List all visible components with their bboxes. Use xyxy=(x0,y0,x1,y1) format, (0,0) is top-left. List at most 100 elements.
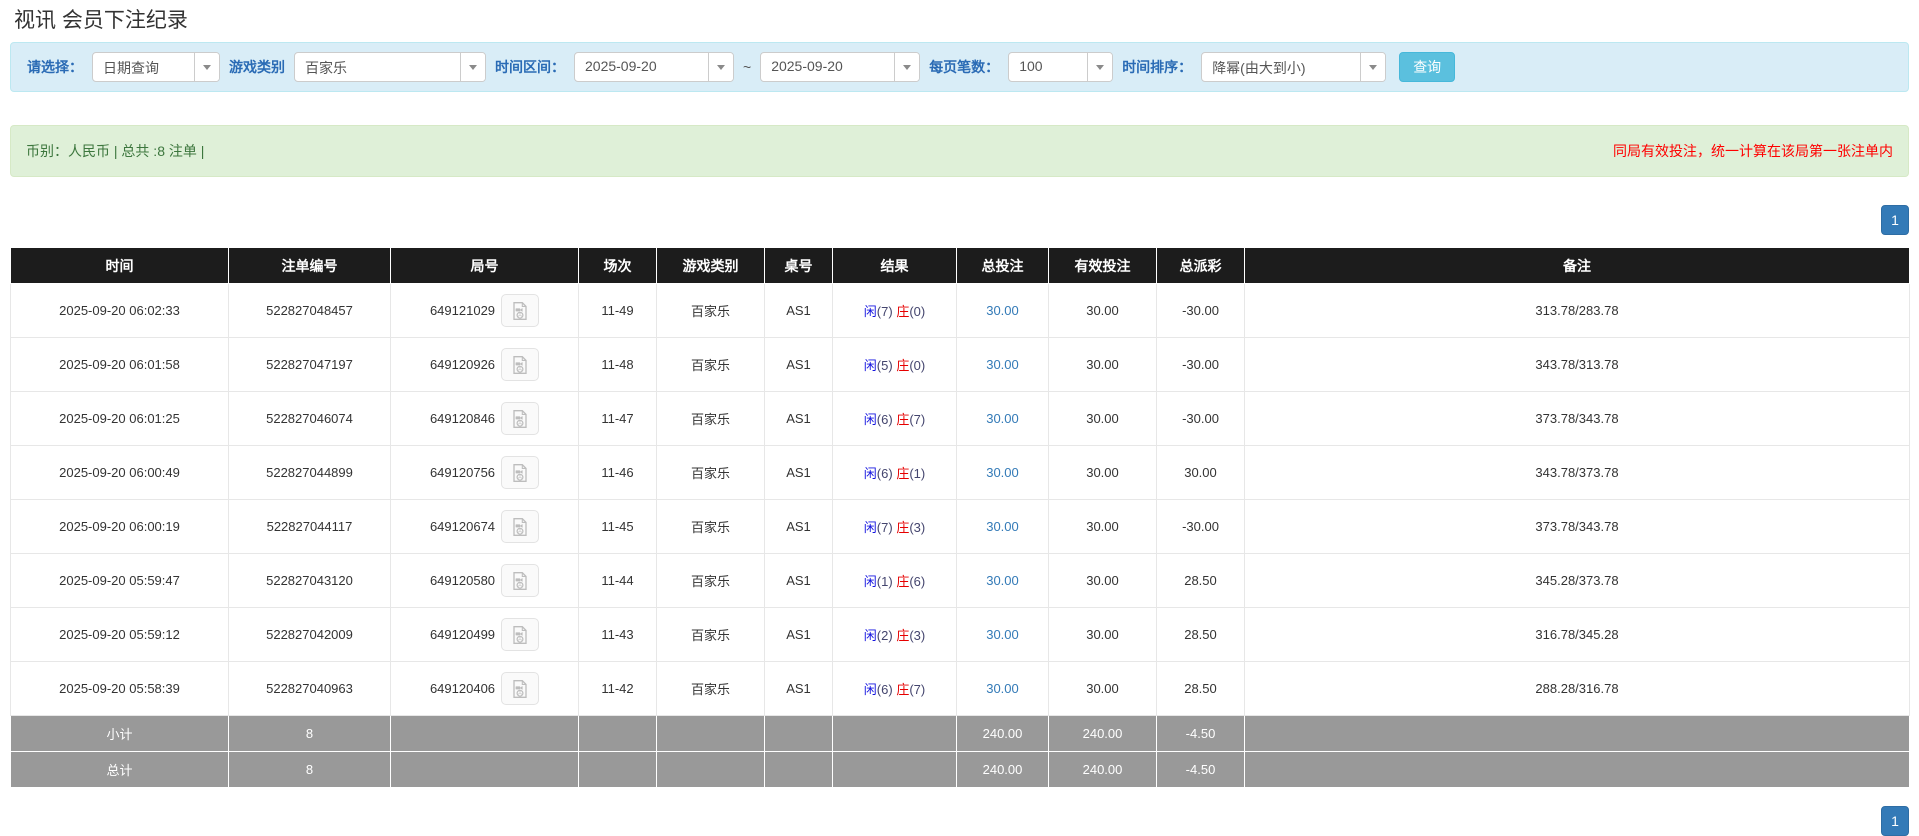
result-player-score: (6) xyxy=(876,466,893,481)
col-header-result: 结果 xyxy=(832,247,957,284)
table-body: 2025-09-20 06:02:33 522827048457 6491210… xyxy=(10,283,1910,716)
game-cell: 百家乐 xyxy=(656,283,765,338)
table-row: 2025-09-20 06:00:49 522827044899 6491207… xyxy=(10,445,1910,500)
grand-total-label: 总计 xyxy=(10,751,229,788)
payout-cell: -30.00 xyxy=(1156,499,1245,554)
result-banker-label: 庄 xyxy=(896,412,910,427)
total-bet-link[interactable]: 30.00 xyxy=(986,303,1019,318)
result-banker-score: (6) xyxy=(909,574,926,589)
grand-total-row: 总计 8 240.00 240.00 -4.50 xyxy=(10,751,1910,788)
subtotal-total-bet: 240.00 xyxy=(956,715,1049,752)
table-no-cell: AS1 xyxy=(764,283,833,338)
total-bet-link[interactable]: 30.00 xyxy=(986,627,1019,642)
total-bet-link[interactable]: 30.00 xyxy=(986,681,1019,696)
total-bet-cell: 30.00 xyxy=(956,337,1049,392)
grand-total-count: 8 xyxy=(228,751,391,788)
video-file-icon xyxy=(513,301,527,320)
result-banker-label: 庄 xyxy=(896,682,910,697)
remark-cell: 316.78/345.28 xyxy=(1244,607,1910,662)
round-id-value: 649121029 xyxy=(429,303,496,318)
valid-bet-cell: 30.00 xyxy=(1048,553,1157,608)
table-no-cell: AS1 xyxy=(764,661,833,716)
search-button[interactable]: 查询 xyxy=(1399,52,1456,82)
bet-id-cell: 522827044899 xyxy=(228,445,391,500)
video-file-icon xyxy=(513,625,527,644)
date-to-select[interactable]: 2025-09-20 xyxy=(760,52,921,82)
chevron-down-icon xyxy=(1360,53,1386,81)
remark-cell: 345.28/373.78 xyxy=(1244,553,1910,608)
video-replay-button[interactable] xyxy=(501,294,540,327)
total-bet-link[interactable]: 30.00 xyxy=(986,357,1019,372)
table-no-cell: AS1 xyxy=(764,337,833,392)
result-player-score: (6) xyxy=(876,682,893,697)
bet-id-cell: 522827048457 xyxy=(228,283,391,338)
valid-bet-cell: 30.00 xyxy=(1048,661,1157,716)
col-header-table-no: 桌号 xyxy=(764,247,833,284)
bet-id-cell: 522827047197 xyxy=(228,337,391,392)
chevron-down-icon xyxy=(894,53,920,81)
result-banker-label: 庄 xyxy=(896,304,910,319)
game-category-label: 游戏类别 xyxy=(229,59,285,75)
result-player-score: (1) xyxy=(876,574,893,589)
video-replay-button[interactable] xyxy=(501,564,540,597)
total-bet-link[interactable]: 30.00 xyxy=(986,519,1019,534)
result-banker-label: 庄 xyxy=(896,520,910,535)
session-cell: 11-42 xyxy=(578,661,657,716)
game-cell: 百家乐 xyxy=(656,391,765,446)
result-banker-label: 庄 xyxy=(896,628,910,643)
round-id-cell: 649120499 xyxy=(390,607,579,662)
video-file-icon xyxy=(513,463,527,482)
total-bet-link[interactable]: 30.00 xyxy=(986,573,1019,588)
bet-id-cell: 522827043120 xyxy=(228,553,391,608)
subtotal-payout: -4.50 xyxy=(1156,715,1245,752)
round-id-value: 649120406 xyxy=(429,681,496,696)
video-replay-button[interactable] xyxy=(501,510,540,543)
video-replay-button[interactable] xyxy=(501,456,540,489)
page-1-button-bottom[interactable]: 1 xyxy=(1881,806,1909,836)
query-type-select[interactable]: 日期查询 xyxy=(92,52,220,82)
table-row: 2025-09-20 06:01:25 522827046074 6491208… xyxy=(10,391,1910,446)
time-cell: 2025-09-20 05:58:39 xyxy=(10,661,229,716)
payout-cell: -30.00 xyxy=(1156,337,1245,392)
col-header-session: 场次 xyxy=(578,247,657,284)
session-cell: 11-48 xyxy=(578,337,657,392)
table-row: 2025-09-20 06:01:58 522827047197 6491209… xyxy=(10,337,1910,392)
video-replay-button[interactable] xyxy=(501,672,540,705)
video-file-icon xyxy=(513,679,527,698)
chevron-down-icon xyxy=(708,53,733,81)
result-cell: 闲(5) 庄(0) xyxy=(832,337,957,392)
game-cell: 百家乐 xyxy=(656,553,765,608)
total-bet-cell: 30.00 xyxy=(956,391,1049,446)
time-sort-select[interactable]: 降幂(由大到小) xyxy=(1201,52,1387,82)
video-replay-button[interactable] xyxy=(501,402,540,435)
table-row: 2025-09-20 06:00:19 522827044117 6491206… xyxy=(10,499,1910,554)
remark-cell: 343.78/313.78 xyxy=(1244,337,1910,392)
valid-bet-cell: 30.00 xyxy=(1048,283,1157,338)
result-player-score: (7) xyxy=(876,520,893,535)
video-replay-button[interactable] xyxy=(501,618,540,651)
chevron-down-icon xyxy=(460,53,485,81)
result-cell: 闲(1) 庄(6) xyxy=(832,553,957,608)
result-player-label: 闲 xyxy=(863,682,877,697)
time-cell: 2025-09-20 06:01:25 xyxy=(10,391,229,446)
date-from-select[interactable]: 2025-09-20 xyxy=(574,52,734,82)
video-file-icon xyxy=(513,571,527,590)
col-header-round-id: 局号 xyxy=(390,247,579,284)
subtotal-count: 8 xyxy=(228,715,391,752)
time-cell: 2025-09-20 06:01:58 xyxy=(10,337,229,392)
time-sort-label: 时间排序： xyxy=(1122,59,1193,75)
game-cell: 百家乐 xyxy=(656,607,765,662)
total-bet-link[interactable]: 30.00 xyxy=(986,465,1019,480)
page-size-select[interactable]: 100 xyxy=(1008,52,1114,82)
video-replay-button[interactable] xyxy=(501,348,540,381)
round-id-value: 649120756 xyxy=(429,465,496,480)
total-bet-cell: 30.00 xyxy=(956,499,1049,554)
page-1-button[interactable]: 1 xyxy=(1881,205,1909,235)
round-id-cell: 649120846 xyxy=(390,391,579,446)
result-banker-label: 庄 xyxy=(896,574,910,589)
col-header-valid-bet: 有效投注 xyxy=(1048,247,1157,284)
total-bet-link[interactable]: 30.00 xyxy=(986,411,1019,426)
page-title: 视讯 会员下注纪录 xyxy=(14,9,188,32)
game-category-select[interactable]: 百家乐 xyxy=(294,52,486,82)
pagination-top: 1 xyxy=(10,205,1909,235)
